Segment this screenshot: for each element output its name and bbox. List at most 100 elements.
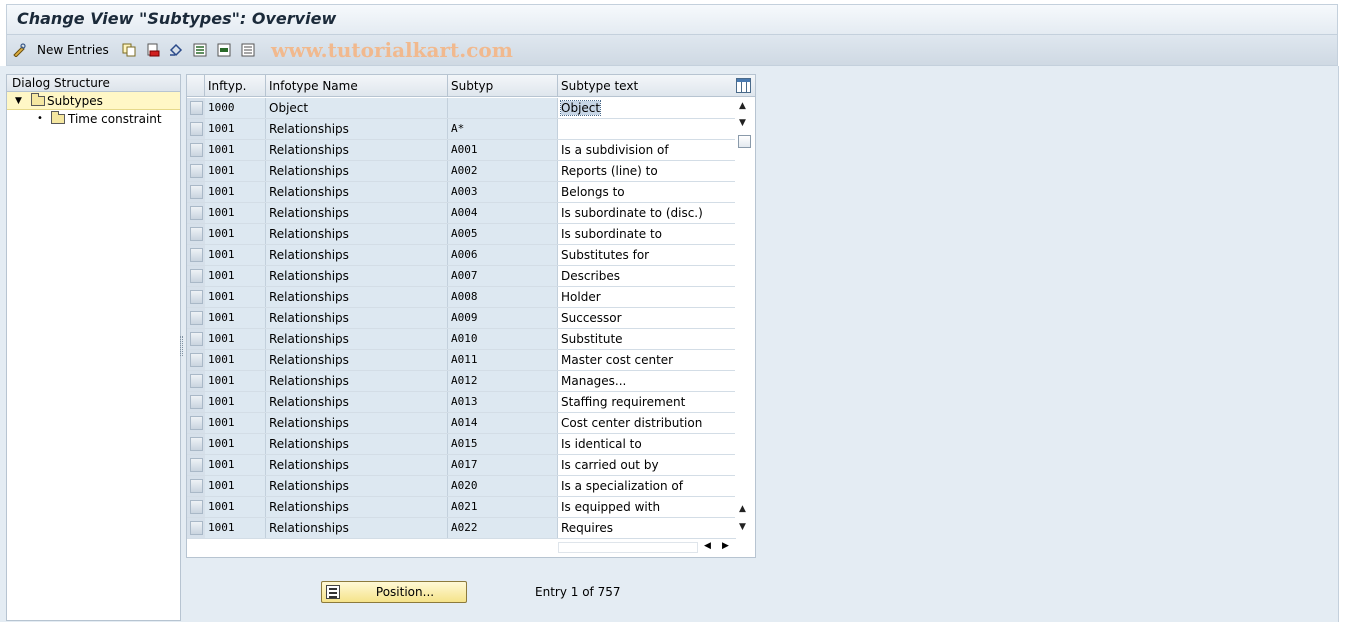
subtype-text-cell[interactable]: Master cost center — [558, 350, 735, 370]
row-selector-button[interactable] — [190, 479, 203, 493]
subtype-text-cell[interactable]: Is identical to — [558, 434, 735, 454]
row-selector-button[interactable] — [190, 395, 203, 409]
copy-as-button[interactable] — [122, 41, 136, 59]
table-row[interactable]: 1001 Relationships A007 Describes — [187, 266, 735, 287]
row-selector-button[interactable] — [190, 269, 203, 283]
subtype-text-cell[interactable] — [558, 119, 735, 139]
subtype-text-cell[interactable]: Is carried out by — [558, 455, 735, 475]
row-selector-button[interactable] — [190, 164, 203, 178]
subtype-text-cell[interactable]: Belongs to — [558, 182, 735, 202]
column-header-subtyp[interactable]: Subtyp — [448, 75, 558, 97]
row-selector[interactable] — [187, 371, 205, 391]
subtype-text-cell[interactable]: Object — [558, 98, 735, 118]
column-header-infotype-name[interactable]: Infotype Name — [266, 75, 448, 97]
delete-button[interactable] — [146, 41, 160, 59]
table-row[interactable]: 1001 Relationships A020 Is a specialization… — [187, 476, 735, 497]
subtype-text-cell[interactable]: Substitute — [558, 329, 735, 349]
row-selector-button[interactable] — [190, 206, 203, 220]
subtype-text-cell[interactable]: Is subordinate to — [558, 224, 735, 244]
row-selector-button[interactable] — [190, 122, 203, 136]
row-selector[interactable] — [187, 497, 205, 517]
row-selector[interactable] — [187, 434, 205, 454]
scroll-track[interactable] — [558, 542, 698, 553]
subtype-text-cell[interactable]: Requires — [558, 518, 735, 538]
table-row[interactable]: 1001 Relationships A008 Holder — [187, 287, 735, 308]
row-selector[interactable] — [187, 287, 205, 307]
row-selector-button[interactable] — [190, 437, 203, 451]
subtype-text-cell[interactable]: Staffing requirement — [558, 392, 735, 412]
table-row[interactable]: 1001 Relationships A004 Is subordinate to (… — [187, 203, 735, 224]
table-row[interactable]: 1001 Relationships A021 Is equipped with — [187, 497, 735, 518]
table-row[interactable]: 1001 Relationships A022 Requires — [187, 518, 735, 539]
subtype-text-cell[interactable]: Is equipped with — [558, 497, 735, 517]
table-row[interactable]: 1001 Relationships A002 Reports (line) to — [187, 161, 735, 182]
subtype-text-cell[interactable]: Is a specialization of — [558, 476, 735, 496]
subtype-text-cell[interactable]: Substitutes for — [558, 245, 735, 265]
column-header-inftyp[interactable]: Inftyp. — [205, 75, 266, 97]
row-selector-button[interactable] — [190, 416, 203, 430]
row-selector[interactable] — [187, 119, 205, 139]
tree-item-subtypes[interactable]: ▼ Subtypes — [7, 92, 180, 110]
row-selector-button[interactable] — [190, 332, 203, 346]
row-selector-button[interactable] — [190, 290, 203, 304]
subtype-text-cell[interactable]: Is subordinate to (disc.) — [558, 203, 735, 223]
table-row[interactable]: 1001 Relationships A009 Successor — [187, 308, 735, 329]
vertical-scrollbar[interactable]: ▲ ▼ ▲ ▼ — [736, 98, 753, 536]
table-row[interactable]: 1001 Relationships A015 Is identical to — [187, 434, 735, 455]
row-selector-button[interactable] — [190, 248, 203, 262]
table-row[interactable]: 1001 Relationships A006 Substitutes for — [187, 245, 735, 266]
row-selector[interactable] — [187, 98, 205, 118]
scroll-up-icon[interactable]: ▲ — [739, 504, 746, 514]
row-selector[interactable] — [187, 329, 205, 349]
row-selector-button[interactable] — [190, 353, 203, 367]
deselect-all-button[interactable] — [241, 41, 255, 59]
subtype-text-cell[interactable]: Holder — [558, 287, 735, 307]
row-selector-button[interactable] — [190, 374, 203, 388]
table-row[interactable]: 1000 Object Object — [187, 98, 735, 119]
table-row[interactable]: 1001 Relationships A017 Is carried out by — [187, 455, 735, 476]
table-row[interactable]: 1001 Relationships A001 Is a subdivision of — [187, 140, 735, 161]
row-selector-button[interactable] — [190, 143, 203, 157]
row-selector-button[interactable] — [190, 101, 203, 115]
table-row[interactable]: 1001 Relationships A013 Staffing requiremen… — [187, 392, 735, 413]
row-selector-button[interactable] — [190, 227, 203, 241]
row-selector[interactable] — [187, 308, 205, 328]
row-selector-button[interactable] — [190, 185, 203, 199]
scroll-thumb[interactable] — [738, 135, 751, 148]
subtype-text-cell[interactable]: Reports (line) to — [558, 161, 735, 181]
scroll-up-icon[interactable]: ▲ — [739, 101, 746, 111]
table-row[interactable]: 1001 Relationships A005 Is subordinate to — [187, 224, 735, 245]
table-row[interactable]: 1001 Relationships A010 Substitute — [187, 329, 735, 350]
select-all-button[interactable] — [193, 41, 207, 59]
subtype-text-cell[interactable]: Describes — [558, 266, 735, 286]
expand-arrow-icon[interactable]: ▼ — [15, 92, 22, 110]
row-selector[interactable] — [187, 245, 205, 265]
column-settings-icon[interactable] — [736, 78, 751, 93]
row-selector-button[interactable] — [190, 521, 203, 535]
row-selector[interactable] — [187, 266, 205, 286]
horizontal-scrollbar[interactable]: ◀ ▶ — [558, 538, 736, 555]
row-selector[interactable] — [187, 182, 205, 202]
row-selector[interactable] — [187, 518, 205, 538]
row-selector[interactable] — [187, 455, 205, 475]
row-selector[interactable] — [187, 350, 205, 370]
table-row[interactable]: 1001 Relationships A011 Master cost center — [187, 350, 735, 371]
row-selector[interactable] — [187, 413, 205, 433]
table-row[interactable]: 1001 Relationships A014 Cost center distrib… — [187, 413, 735, 434]
row-selector[interactable] — [187, 140, 205, 160]
subtype-text-cell[interactable]: Cost center distribution — [558, 413, 735, 433]
scroll-down-icon[interactable]: ▼ — [739, 522, 746, 532]
table-row[interactable]: 1001 Relationships A012 Manages... — [187, 371, 735, 392]
row-selector[interactable] — [187, 203, 205, 223]
table-row[interactable]: 1001 Relationships A* — [187, 119, 735, 140]
table-row[interactable]: 1001 Relationships A003 Belongs to — [187, 182, 735, 203]
undo-change-button[interactable] — [169, 41, 183, 59]
row-selector-button[interactable] — [190, 311, 203, 325]
row-selector[interactable] — [187, 392, 205, 412]
row-selector[interactable] — [187, 224, 205, 244]
row-selector-button[interactable] — [190, 458, 203, 472]
select-block-button[interactable] — [217, 41, 231, 59]
position-button[interactable]: Position... — [321, 581, 467, 603]
row-selector-button[interactable] — [190, 500, 203, 514]
row-selector[interactable] — [187, 476, 205, 496]
